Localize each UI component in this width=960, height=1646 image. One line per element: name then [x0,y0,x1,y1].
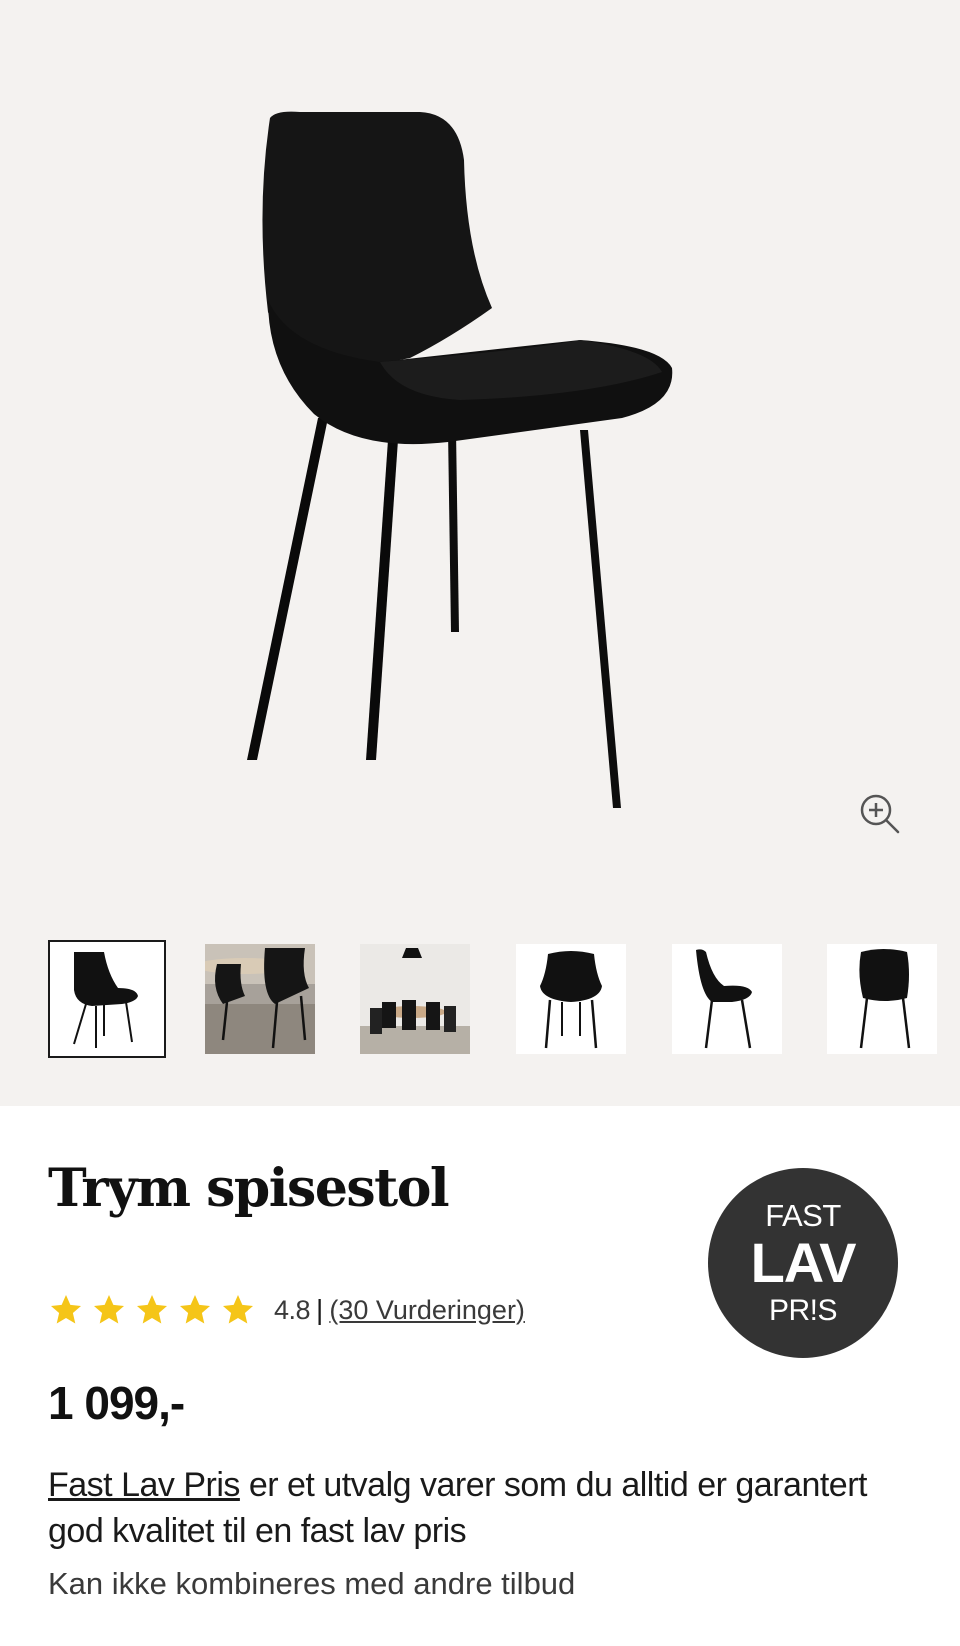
combination-note: Kan ikke kombineres med andre tilbud [48,1566,576,1601]
thumbnail-1[interactable] [48,940,166,1058]
star-icon [51,1295,81,1324]
star-icon [137,1295,167,1324]
star-icon [94,1295,124,1324]
rating-score: 4.8 [274,1294,311,1325]
badge-line-3: PR!S [768,1294,838,1327]
zoom-in-icon [860,794,900,834]
thumbnail-4[interactable] [512,940,630,1058]
thumbnail-3[interactable] [356,940,474,1058]
thumbnail-5[interactable] [668,940,786,1058]
fast-lav-pris-link[interactable]: Fast Lav Pris [48,1466,240,1504]
product-info: Trym spisestol 4.8 | (30 Vurderinger) FA… [0,1106,960,1646]
product-rating: 4.8 | (30 Vurderinger) [48,1290,525,1330]
zoom-button[interactable] [856,790,904,838]
product-gallery [0,0,960,1106]
fast-lav-pris-description: Fast Lav Pris er et utvalg varer som du … [48,1462,908,1554]
rating-separator: | [316,1294,324,1325]
product-price: 1 099,- [48,1377,185,1429]
rating-stars [48,1292,256,1328]
thumbnail-strip [48,940,960,1058]
star-icon [223,1295,253,1324]
reviews-link[interactable]: (30 Vurderinger) [329,1295,525,1326]
fast-lav-pris-badge: FAST LAV PR!S [708,1168,898,1358]
thumbnail-2[interactable] [201,940,319,1058]
product-main-image[interactable] [230,100,710,820]
product-title: Trym spisestol [48,1158,450,1219]
thumbnail-6[interactable] [823,940,941,1058]
badge-line-2: LAV [750,1231,857,1294]
badge-line-1: FAST [765,1198,841,1233]
star-icon [180,1295,210,1324]
